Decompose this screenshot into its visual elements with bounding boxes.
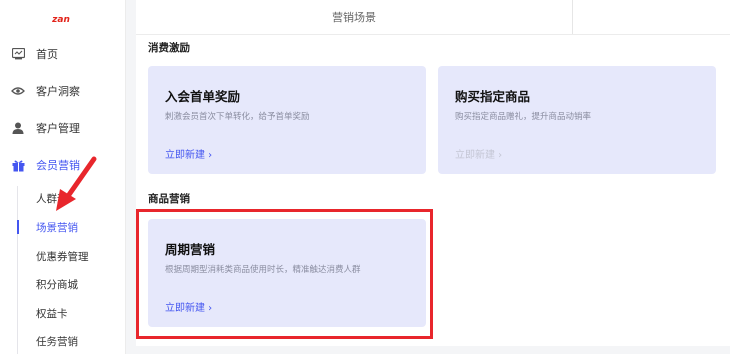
user-icon [11, 121, 25, 135]
tab-bar: 营销场景 [136, 0, 730, 35]
tab-marketing-scene[interactable]: 营销场景 [136, 0, 572, 34]
gift-icon [11, 158, 25, 172]
create-now-link-disabled: 立即新建 › [455, 150, 503, 161]
sidebar-subitem-scene-marketing[interactable]: 场景营销 [0, 216, 125, 238]
sidebar-subitem-label: 任务营销 [36, 335, 78, 348]
section-title-consumption-incentive: 消费激励 [148, 42, 190, 54]
sidebar-subitem-task-marketing[interactable]: 任务营销 [0, 330, 125, 352]
sidebar-item-label: 首页 [36, 48, 58, 61]
sidebar-item-home[interactable]: 首页 [0, 42, 125, 66]
sidebar-item-label: 客户管理 [36, 122, 80, 135]
card-description: 购买指定商品赠礼，提升商品动销率 [455, 112, 592, 122]
red-arrow-annotation [56, 156, 97, 211]
sidebar-item-label: 客户洞察 [36, 85, 80, 98]
sidebar-subitem-label: 场景营销 [36, 221, 78, 234]
sidebar-item-customer-insight[interactable]: 客户洞察 [0, 79, 125, 103]
app-logo: zan [52, 15, 70, 25]
section-title-product-marketing: 商品营销 [148, 193, 190, 205]
scene-card-buy-specific-product[interactable]: 购买指定商品 购买指定商品赠礼，提升商品动销率 立即新建 › [438, 66, 716, 174]
sidebar-subitem-label: 权益卡 [36, 307, 68, 320]
sidebar-subitem-benefit-card[interactable]: 权益卡 [0, 302, 125, 324]
create-now-link[interactable]: 立即新建 › [165, 146, 212, 161]
sidebar-subitem-points-mall[interactable]: 积分商城 [0, 273, 125, 295]
card-description: 刺激会员首次下单转化，给予首单奖励 [165, 112, 310, 122]
sidebar: zan 首页 客户洞察 客户管理 会员营销 人群运 场景营销 优惠券管理 积分商… [0, 0, 126, 354]
sidebar-subitem-label: 优惠券管理 [36, 250, 89, 263]
card-title: 入会首单奖励 [165, 89, 241, 104]
sidebar-item-customer-management[interactable]: 客户管理 [0, 116, 125, 140]
sidebar-subitem-coupon-management[interactable]: 优惠券管理 [0, 245, 125, 267]
dashboard-icon [11, 47, 25, 61]
sidebar-subitem-label: 积分商城 [36, 278, 78, 291]
scene-card-first-order-reward[interactable]: 入会首单奖励 刺激会员首次下单转化，给予首单奖励 立即新建 › [148, 66, 426, 174]
card-title: 购买指定商品 [455, 89, 531, 104]
red-highlight-box-annotation [136, 209, 433, 339]
tab-divider [572, 0, 573, 34]
eye-icon [11, 84, 25, 98]
submenu-guide-line [17, 186, 18, 354]
bottom-strip [136, 346, 730, 354]
